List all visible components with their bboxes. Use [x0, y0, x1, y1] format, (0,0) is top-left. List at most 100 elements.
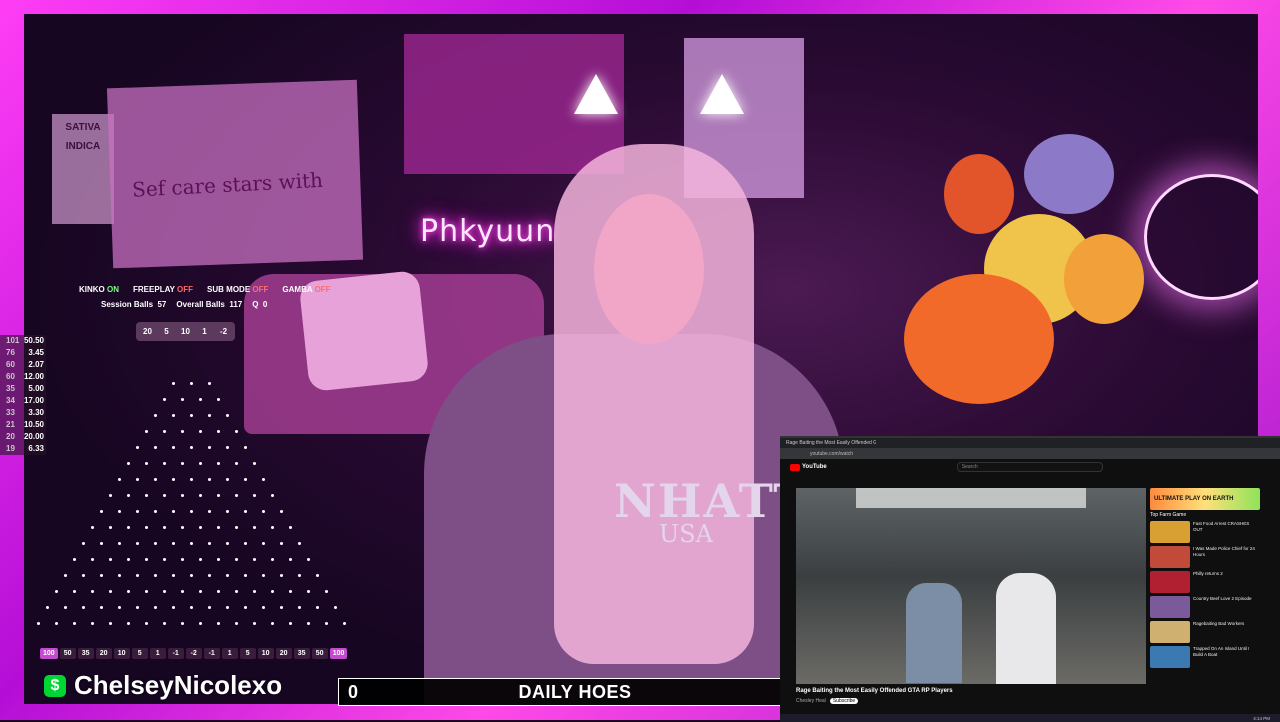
plinko-peg [100, 542, 103, 545]
plinko-peg [190, 574, 193, 577]
plinko-peg [136, 510, 139, 513]
video-title: Rage Baiting the Most Easily Offended GT… [796, 688, 953, 694]
plinko-slot: -2 [185, 648, 202, 659]
plinko-peg [226, 446, 229, 449]
plinko-slot: 35 [77, 648, 94, 659]
promo-banner[interactable]: ULTIMATE PLAY ON EARTH [1150, 488, 1260, 510]
plinko-peg [199, 494, 202, 497]
plinko-peg [199, 430, 202, 433]
chip: 1 [202, 327, 207, 336]
cashapp-handle: $ ChelseyNicolexo [44, 670, 282, 701]
plinko-peg [145, 462, 148, 465]
recommended-video-title: Ragebaiting Bad Workers [1193, 621, 1245, 626]
chip: -2 [219, 327, 228, 336]
browser-tabbar: Rage Baiting the Most Easily Offended GT… [780, 438, 1280, 448]
plinko-peg [82, 606, 85, 609]
plinko-peg [280, 510, 283, 513]
plinko-peg [127, 462, 130, 465]
plinko-peg [118, 478, 121, 481]
plinko-peg [91, 590, 94, 593]
plinko-peg [316, 574, 319, 577]
plinko-peg [235, 558, 238, 561]
plinko-peg [163, 398, 166, 401]
recommended-video[interactable]: Ragebaiting Bad Workers [1150, 621, 1260, 643]
chip: 10 [181, 327, 190, 336]
plinko-slots: 100 50 35 20 10 5 1 -1 -2 -1 1 5 10 20 35 50 100 [40, 648, 348, 659]
plinko-peg [181, 462, 184, 465]
plinko-peg [181, 430, 184, 433]
shirt-print-sub: USA [659, 520, 713, 548]
promo-game[interactable]: Top Farm Game [1150, 512, 1260, 518]
recommended-video[interactable]: Fast Food Arrest CRASHES OUT [1150, 521, 1260, 543]
plinko-peg [199, 398, 202, 401]
plinko-peg [226, 414, 229, 417]
plinko-peg [55, 590, 58, 593]
plinko-peg [244, 510, 247, 513]
plinko-peg [136, 606, 139, 609]
video-player[interactable] [796, 488, 1146, 684]
plinko-peg [190, 542, 193, 545]
recommended-video[interactable]: Country Beef Love 2 Episode [1150, 596, 1260, 618]
plinko-peg [181, 526, 184, 529]
daily-count: 0 [347, 681, 358, 702]
plinko-peg [262, 510, 265, 513]
recommended-video[interactable]: Philly returns 2 [1150, 571, 1260, 593]
plinko-board [37, 378, 346, 640]
plinko-peg [154, 606, 157, 609]
plinko-peg [262, 478, 265, 481]
plinko-peg [37, 622, 40, 625]
plinko-peg [145, 526, 148, 529]
plinko-peg [91, 558, 94, 561]
recommended-video[interactable]: I Was Made Police Chief for 24 Hours [1150, 546, 1260, 568]
plinko-peg [109, 558, 112, 561]
plinko-slot: 5 [239, 648, 256, 659]
game-character [906, 583, 962, 683]
plinko-peg [163, 430, 166, 433]
plinko-peg [199, 526, 202, 529]
plinko-peg [253, 462, 256, 465]
plinko-peg [127, 590, 130, 593]
plinko-peg [55, 622, 58, 625]
plinko-peg [271, 526, 274, 529]
plinko-peg [271, 622, 274, 625]
plinko-peg [217, 430, 220, 433]
recommended-video-title: I Was Made Police Chief for 24 Hours [1193, 546, 1255, 557]
plinko-peg [235, 526, 238, 529]
plinko-peg [235, 494, 238, 497]
plinko-peg [163, 558, 166, 561]
plinko-peg [172, 414, 175, 417]
plinko-peg [190, 382, 193, 385]
plinko-peg [280, 606, 283, 609]
plinko-peg [253, 622, 256, 625]
chip: 20 [143, 327, 152, 336]
plinko-slot: 1 [221, 648, 238, 659]
search-input[interactable]: Search [956, 462, 1103, 472]
plinko-peg [226, 542, 229, 545]
address-bar[interactable]: youtube.com/watch [780, 448, 1280, 459]
plinko-peg [118, 574, 121, 577]
plinko-peg [91, 622, 94, 625]
plinko-peg [163, 622, 166, 625]
plinko-peg [208, 542, 211, 545]
streamer: NHATT USA [404, 74, 844, 704]
subscribe-button[interactable]: Subscribe [829, 698, 859, 704]
plinko-peg [127, 494, 130, 497]
plinko-peg [343, 622, 346, 625]
plinko-peg [262, 542, 265, 545]
plinko-peg [100, 574, 103, 577]
plinko-slot: 1 [149, 648, 166, 659]
plinko-peg [280, 574, 283, 577]
face [594, 194, 704, 344]
recommended-video[interactable]: Trapped On An Island Until I Build A Boa… [1150, 646, 1260, 668]
browser-tab[interactable]: Rage Baiting the Most Easily Offended GT… [786, 440, 876, 446]
plinko-peg [199, 462, 202, 465]
plinko-peg [217, 398, 220, 401]
game-character [996, 573, 1056, 684]
plinko-peg [208, 510, 211, 513]
plinko-peg [208, 414, 211, 417]
plinko-slot: 50 [311, 648, 328, 659]
youtube-logo[interactable]: YouTube [790, 463, 827, 471]
plinko-peg [172, 574, 175, 577]
bet-chips: 20 5 10 1 -2 [136, 322, 235, 341]
plinko-peg [226, 510, 229, 513]
